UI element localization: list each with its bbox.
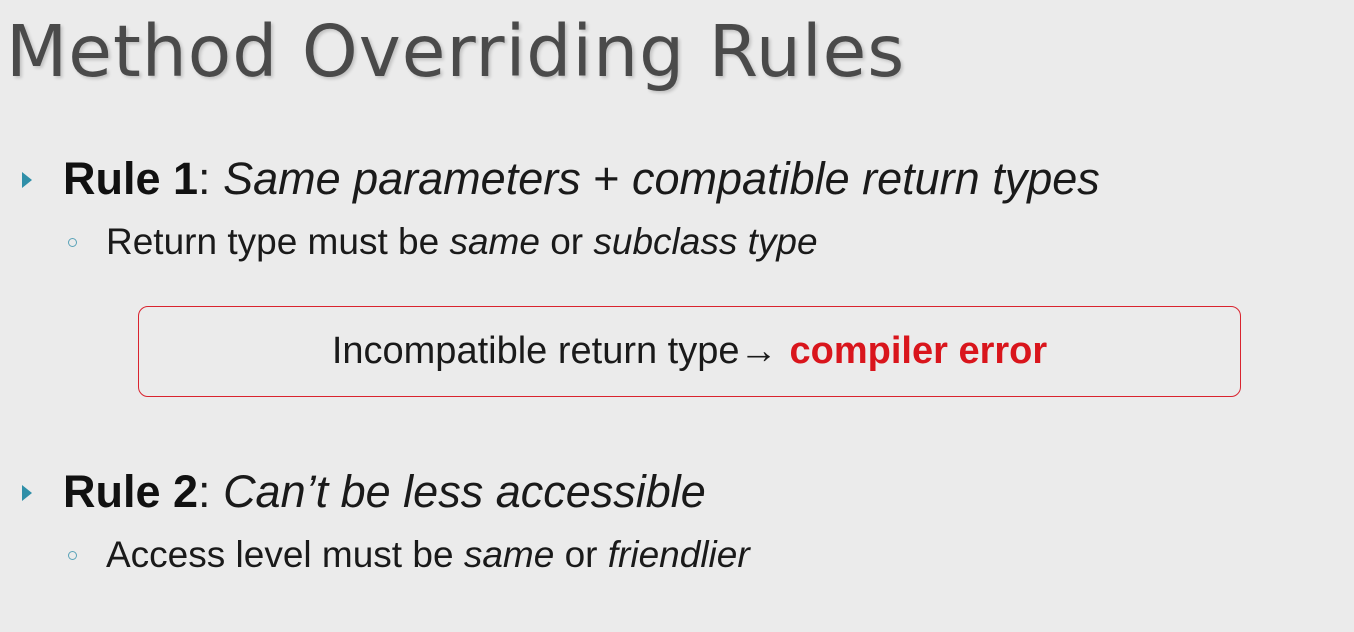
rule-1-plus: + <box>580 153 633 204</box>
rule-2-detail-i1: same <box>463 534 555 575</box>
right-arrow-icon: → <box>739 330 778 372</box>
rule-1-detail-t1: Return type must be <box>106 221 450 262</box>
rule-2-separator: : <box>198 466 224 517</box>
callout-text: Incompatible return type <box>331 330 740 372</box>
rule-1: Rule 1: Same parameters + compatible ret… <box>63 152 1100 206</box>
rule-2-detail-i2: friendlier <box>607 534 750 575</box>
bullet-arrow-icon <box>22 485 32 501</box>
compiler-error-text: compiler error <box>789 330 1048 372</box>
rule-2-detail: Access level must be same or friendlier <box>106 533 750 577</box>
slide: Method Overriding Rules Rule 1: Same par… <box>0 0 1354 632</box>
rule-2-text: Can’t be less accessible <box>223 466 706 517</box>
rule-2: Rule 2: Can’t be less accessible <box>63 465 706 519</box>
bullet-arrow-icon <box>22 172 32 188</box>
circle-bullet-icon <box>68 551 77 560</box>
rule-1-text-b: compatible return types <box>632 153 1100 204</box>
circle-bullet-icon <box>68 238 77 247</box>
rule-1-detail: Return type must be same or subclass typ… <box>106 220 818 264</box>
rule-1-detail-t2: or <box>539 221 594 262</box>
rule-2-label: Rule 2 <box>63 466 199 517</box>
rule-1-text-a: Same parameters <box>223 153 581 204</box>
rule-1-detail-i1: same <box>449 221 540 262</box>
rule-2-detail-t1: Access level must be <box>106 534 464 575</box>
rule-2-detail-t2: or <box>554 534 608 575</box>
rule-1-label: Rule 1 <box>63 153 199 204</box>
rule-1-separator: : <box>198 153 224 204</box>
callout-box: Incompatible return type → compiler error <box>138 306 1241 397</box>
slide-title: Method Overriding Rules <box>6 10 906 93</box>
rule-1-detail-i2: subclass type <box>593 221 818 262</box>
